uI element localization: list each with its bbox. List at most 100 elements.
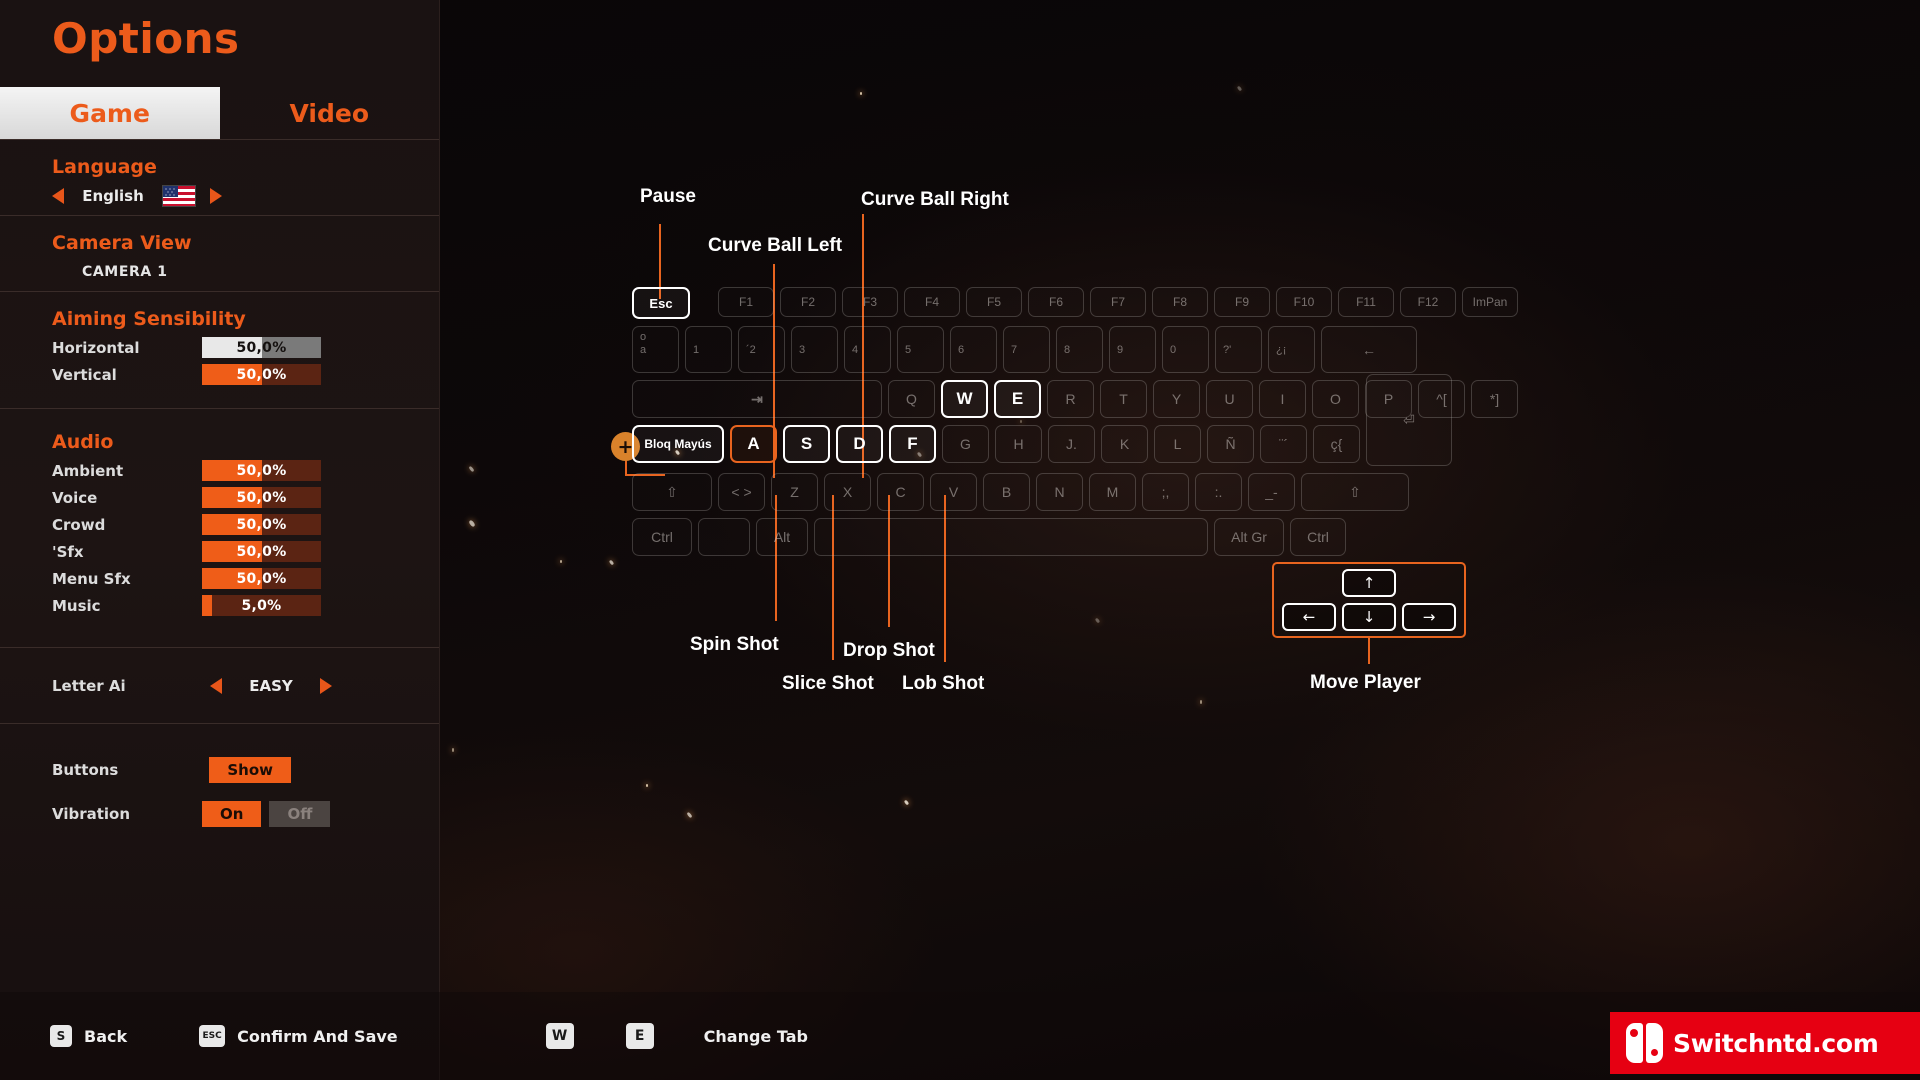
keyboard-key-f6[interactable]: F6 xyxy=(1028,287,1084,317)
keyboard-key-9[interactable]: 9 xyxy=(1109,326,1156,373)
keyboard-key-y[interactable]: Y xyxy=(1153,380,1200,418)
keyboard-key-f3[interactable]: F3 xyxy=(842,287,898,317)
keyboard-key-ctrl[interactable]: Ctrl xyxy=(632,518,692,556)
keyboard-key-v[interactable]: V xyxy=(930,473,977,511)
language-row[interactable]: English xyxy=(0,182,439,209)
buttons-row[interactable]: Buttons Show xyxy=(0,748,439,792)
arrow-left-icon[interactable] xyxy=(210,677,222,694)
audio-slider[interactable]: 50,0% xyxy=(202,568,321,589)
audio-row[interactable]: Voice 50,0% xyxy=(0,484,439,511)
aiming-row[interactable]: Horizontal 50,0% xyxy=(0,334,439,361)
audio-row[interactable]: Music 5,0% xyxy=(0,592,439,619)
keyboard-key-f1[interactable]: F1 xyxy=(718,287,774,317)
keyboard-key-n[interactable]: N xyxy=(1036,473,1083,511)
hint-change-tab[interactable]: W E Change Tab xyxy=(545,1023,808,1049)
keyboard-key-f12[interactable]: F12 xyxy=(1400,287,1456,317)
keyboard-key-x[interactable]: X xyxy=(824,473,871,511)
keyboard-key-8[interactable]: 8 xyxy=(1056,326,1103,373)
audio-row[interactable]: Ambient 50,0% xyxy=(0,457,439,484)
keyboard-key-g[interactable]: G xyxy=(942,425,989,463)
arrow-up-key[interactable]: ↑ xyxy=(1342,569,1396,597)
keyboard-key-3[interactable]: 3 xyxy=(791,326,838,373)
arrow-right-icon[interactable] xyxy=(320,677,332,694)
keyboard-key-key[interactable] xyxy=(814,518,1208,556)
arrow-right-key[interactable]: → xyxy=(1402,603,1456,631)
keyboard-key-a[interactable]: A xyxy=(730,425,777,463)
keyboard-key-⇥[interactable]: ⇥ xyxy=(632,380,882,418)
keyboard-key-u[interactable]: U xyxy=(1206,380,1253,418)
keyboard-key-4[interactable]: 4 xyxy=(844,326,891,373)
arrow-left-key[interactable]: ← xyxy=(1282,603,1336,631)
keyboard-key-z[interactable]: Z xyxy=(771,473,818,511)
tab-game[interactable]: Game xyxy=(0,87,220,139)
keyboard-key-f2[interactable]: F2 xyxy=(780,287,836,317)
keyboard-key-ñ[interactable]: Ñ xyxy=(1207,425,1254,463)
audio-slider[interactable]: 5,0% xyxy=(202,595,321,616)
arrow-down-key[interactable]: ↓ xyxy=(1342,603,1396,631)
keyboard-key-s[interactable]: S xyxy=(783,425,830,463)
keyboard-key-t[interactable]: T xyxy=(1100,380,1147,418)
keyboard-key-0[interactable]: 0 xyxy=(1162,326,1209,373)
keyboard-key-´2[interactable]: ´2 xyxy=(738,326,785,373)
arrow-left-icon[interactable] xyxy=(52,187,64,204)
keyboard-key-d[interactable]: D xyxy=(836,425,883,463)
audio-slider[interactable]: 50,0% xyxy=(202,487,321,508)
keyboard-key-i[interactable]: I xyxy=(1259,380,1306,418)
keyboard-key-f7[interactable]: F7 xyxy=(1090,287,1146,317)
keyboard-key-7[interactable]: 7 xyxy=(1003,326,1050,373)
keyboard-key-enter[interactable]: ⏎ xyxy=(1366,374,1452,466)
vibration-on-button[interactable]: On xyxy=(202,801,262,827)
keyboard-key-alt-gr[interactable]: Alt Gr xyxy=(1214,518,1284,556)
audio-row[interactable]: Menu Sfx 50,0% xyxy=(0,565,439,592)
keyboard-key-f10[interactable]: F10 xyxy=(1276,287,1332,317)
keyboard-key-h[interactable]: H xyxy=(995,425,1042,463)
keyboard-key-6[interactable]: 6 xyxy=(950,326,997,373)
hint-confirm[interactable]: ESC Confirm And Save xyxy=(199,1025,398,1047)
keyboard-key-f4[interactable]: F4 xyxy=(904,287,960,317)
letter-ai-selector[interactable]: EASY xyxy=(210,677,332,695)
aiming-slider[interactable]: 50,0% xyxy=(202,337,321,358)
hint-back[interactable]: S Back xyxy=(50,1025,127,1047)
audio-slider[interactable]: 50,0% xyxy=(202,514,321,535)
arrow-right-icon[interactable] xyxy=(210,187,222,204)
keyboard-key-o[interactable]: O xyxy=(1312,380,1359,418)
keyboard-key-?'[interactable]: ?' xyxy=(1215,326,1262,373)
aiming-slider[interactable]: 50,0% xyxy=(202,364,321,385)
audio-row[interactable]: 'Sfx 50,0% xyxy=(0,538,439,565)
vibration-row[interactable]: Vibration On Off xyxy=(0,792,439,836)
keyboard-key-5[interactable]: 5 xyxy=(897,326,944,373)
keyboard-key-c[interactable]: C xyxy=(877,473,924,511)
keyboard-key-ç{[interactable]: ç{ xyxy=(1313,425,1360,463)
vibration-off-button[interactable]: Off xyxy=(269,801,331,827)
keyboard-key-1[interactable]: 1 xyxy=(685,326,732,373)
keyboard-key-a[interactable]: oa xyxy=(632,326,679,373)
keyboard-key-f11[interactable]: F11 xyxy=(1338,287,1394,317)
keyboard-key-f9[interactable]: F9 xyxy=(1214,287,1270,317)
keyboard-key-key[interactable] xyxy=(698,518,750,556)
keyboard-key-esc[interactable]: Esc xyxy=(632,287,690,319)
keyboard-key-_-[interactable]: _- xyxy=(1248,473,1295,511)
audio-slider[interactable]: 50,0% xyxy=(202,541,321,562)
keyboard-key-¿¡[interactable]: ¿¡ xyxy=(1268,326,1315,373)
keyboard-key-f8[interactable]: F8 xyxy=(1152,287,1208,317)
keyboard-key-f5[interactable]: F5 xyxy=(966,287,1022,317)
keyboard-key-impan[interactable]: ImPan xyxy=(1462,287,1518,317)
keyboard-key-<->[interactable]: < > xyxy=(718,473,765,511)
keyboard-key-j.[interactable]: J. xyxy=(1048,425,1095,463)
keyboard-key-r[interactable]: R xyxy=(1047,380,1094,418)
aiming-row[interactable]: Vertical 50,0% xyxy=(0,361,439,388)
keyboard-key-alt[interactable]: Alt xyxy=(756,518,808,556)
language-selector[interactable]: English xyxy=(52,184,222,207)
keyboard-key-f[interactable]: F xyxy=(889,425,936,463)
keyboard-key-←[interactable]: ← xyxy=(1321,326,1417,373)
keyboard-key-e[interactable]: E xyxy=(994,380,1041,418)
keyboard-key-b[interactable]: B xyxy=(983,473,1030,511)
keyboard-key-⇧[interactable]: ⇧ xyxy=(632,473,712,511)
keyboard-key-l[interactable]: L xyxy=(1154,425,1201,463)
keyboard-key-k[interactable]: K xyxy=(1101,425,1148,463)
keyboard-key-*][interactable]: *] xyxy=(1471,380,1518,418)
audio-row[interactable]: Crowd 50,0% xyxy=(0,511,439,538)
camera-row[interactable]: CAMERA 1 xyxy=(0,258,439,285)
buttons-show-button[interactable]: Show xyxy=(209,757,291,783)
keyboard-key-;,[interactable]: ;, xyxy=(1142,473,1189,511)
